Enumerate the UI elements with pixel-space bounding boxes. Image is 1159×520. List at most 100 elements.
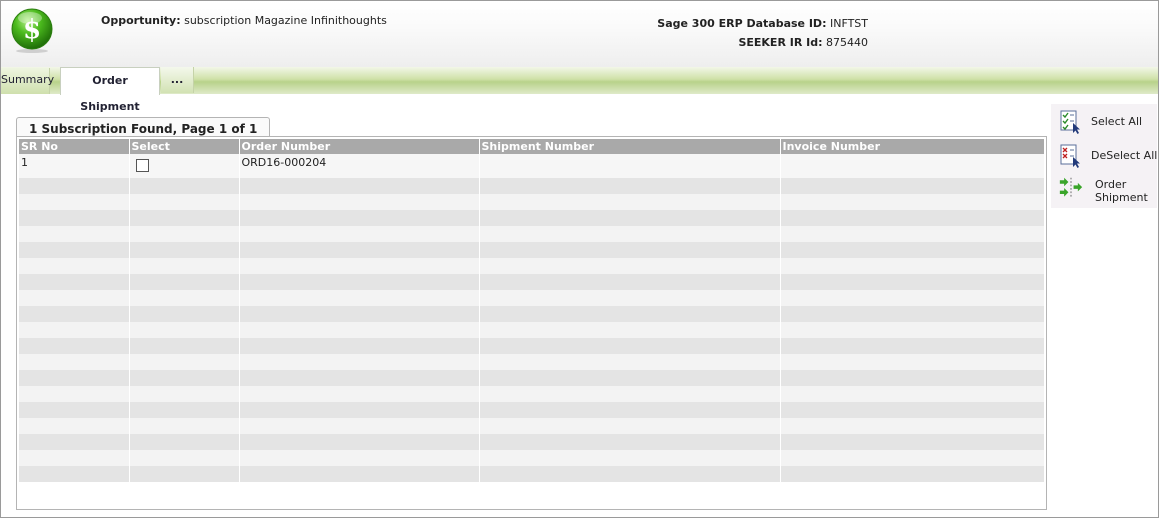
empty-cell <box>129 210 240 226</box>
empty-cell <box>780 226 1045 242</box>
empty-cell <box>19 386 130 402</box>
app-window: $ Opportunity: subscription Magazine Inf… <box>0 0 1159 518</box>
empty-table-row <box>19 274 1045 290</box>
empty-cell <box>129 354 240 370</box>
empty-cell <box>19 306 130 322</box>
empty-cell <box>780 178 1045 194</box>
subscription-table: SR No Select Order Number Shipment Numbe… <box>19 139 1045 482</box>
empty-cell <box>129 178 240 194</box>
empty-cell <box>129 386 240 402</box>
empty-cell <box>479 242 781 258</box>
empty-table-row <box>19 322 1045 338</box>
grid-header-row: SR No Select Order Number Shipment Numbe… <box>19 139 1045 154</box>
empty-cell <box>129 370 240 386</box>
empty-cell <box>479 402 781 418</box>
empty-cell <box>780 210 1045 226</box>
empty-cell <box>129 466 240 482</box>
empty-cell <box>19 178 130 194</box>
empty-cell <box>780 338 1045 354</box>
order-shipment-label: Order Shipment <box>1095 178 1148 204</box>
opportunity-info: Opportunity: subscription Magazine Infin… <box>101 14 387 27</box>
tab-bar: Summary Order Shipment ... <box>1 67 1158 113</box>
empty-cell <box>129 274 240 290</box>
empty-table-row <box>19 450 1045 466</box>
table-row[interactable]: 1 ORD16-000204 <box>19 154 1045 178</box>
empty-cell <box>479 322 781 338</box>
opportunity-header: $ Opportunity: subscription Magazine Inf… <box>1 1 1158 67</box>
empty-cell <box>780 194 1045 210</box>
column-header-sr-no[interactable]: SR No <box>19 139 130 154</box>
dollar-logo-icon: $ <box>11 8 53 53</box>
empty-cell <box>19 210 130 226</box>
opportunity-label: Opportunity: <box>101 14 181 27</box>
empty-cell <box>479 450 781 466</box>
empty-cell <box>780 258 1045 274</box>
grid-caption: 1 Subscription Found, Page 1 of 1 <box>16 117 271 137</box>
actions-panel: Select All DeSelect All Order Shipment <box>1051 104 1157 208</box>
empty-cell <box>479 194 781 210</box>
empty-cell <box>19 418 130 434</box>
opportunity-value: subscription Magazine Infinithoughts <box>184 14 387 27</box>
empty-cell <box>479 418 781 434</box>
empty-cell <box>19 322 130 338</box>
tab-summary[interactable]: Summary <box>1 68 54 94</box>
tab-order-shipment[interactable]: Order Shipment <box>60 67 160 113</box>
empty-cell <box>19 258 130 274</box>
empty-cell <box>129 322 240 338</box>
cell-invoice-number <box>780 154 1045 178</box>
cell-order-number: ORD16-000204 <box>239 154 480 178</box>
column-header-invoice-number[interactable]: Invoice Number <box>780 139 1045 154</box>
empty-cell <box>780 306 1045 322</box>
seeker-id-line: SEEKER IR Id: 875440 <box>657 33 868 52</box>
empty-cell <box>780 290 1045 306</box>
empty-cell <box>129 258 240 274</box>
column-header-select[interactable]: Select <box>129 139 240 154</box>
empty-cell <box>780 322 1045 338</box>
empty-cell <box>239 354 480 370</box>
empty-cell <box>129 434 240 450</box>
column-header-order-number[interactable]: Order Number <box>239 139 480 154</box>
empty-table-row <box>19 178 1045 194</box>
empty-table-row <box>19 370 1045 386</box>
empty-cell <box>239 194 480 210</box>
order-shipment-icon <box>1059 177 1083 199</box>
empty-cell <box>129 242 240 258</box>
cell-shipment-number <box>479 154 781 178</box>
tab-more[interactable]: ... <box>161 67 194 93</box>
empty-cell <box>19 370 130 386</box>
empty-cell <box>19 354 130 370</box>
empty-cell <box>239 226 480 242</box>
empty-table-row <box>19 210 1045 226</box>
empty-cell <box>479 386 781 402</box>
empty-cell <box>19 274 130 290</box>
empty-cell <box>19 194 130 210</box>
database-id-line: Sage 300 ERP Database ID: INFTST <box>657 14 868 33</box>
empty-table-row <box>19 402 1045 418</box>
empty-cell <box>479 370 781 386</box>
empty-table-row <box>19 226 1045 242</box>
row-select-checkbox[interactable] <box>135 159 149 172</box>
empty-cell <box>239 418 480 434</box>
empty-cell <box>780 274 1045 290</box>
empty-cell <box>129 402 240 418</box>
empty-cell <box>239 306 480 322</box>
svg-text:$: $ <box>23 15 41 45</box>
empty-cell <box>239 434 480 450</box>
empty-cell <box>780 434 1045 450</box>
empty-cell <box>780 418 1045 434</box>
empty-cell <box>479 306 781 322</box>
subscription-grid: SR No Select Order Number Shipment Numbe… <box>16 136 1047 510</box>
empty-cell <box>479 258 781 274</box>
empty-cell <box>239 402 480 418</box>
column-header-shipment-number[interactable]: Shipment Number <box>479 139 781 154</box>
empty-cell <box>129 194 240 210</box>
empty-cell <box>19 402 130 418</box>
empty-cell <box>239 338 480 354</box>
empty-table-row <box>19 386 1045 402</box>
empty-cell <box>780 450 1045 466</box>
empty-table-row <box>19 242 1045 258</box>
empty-table-row <box>19 338 1045 354</box>
empty-cell <box>479 466 781 482</box>
empty-cell <box>479 434 781 450</box>
empty-cell <box>780 242 1045 258</box>
